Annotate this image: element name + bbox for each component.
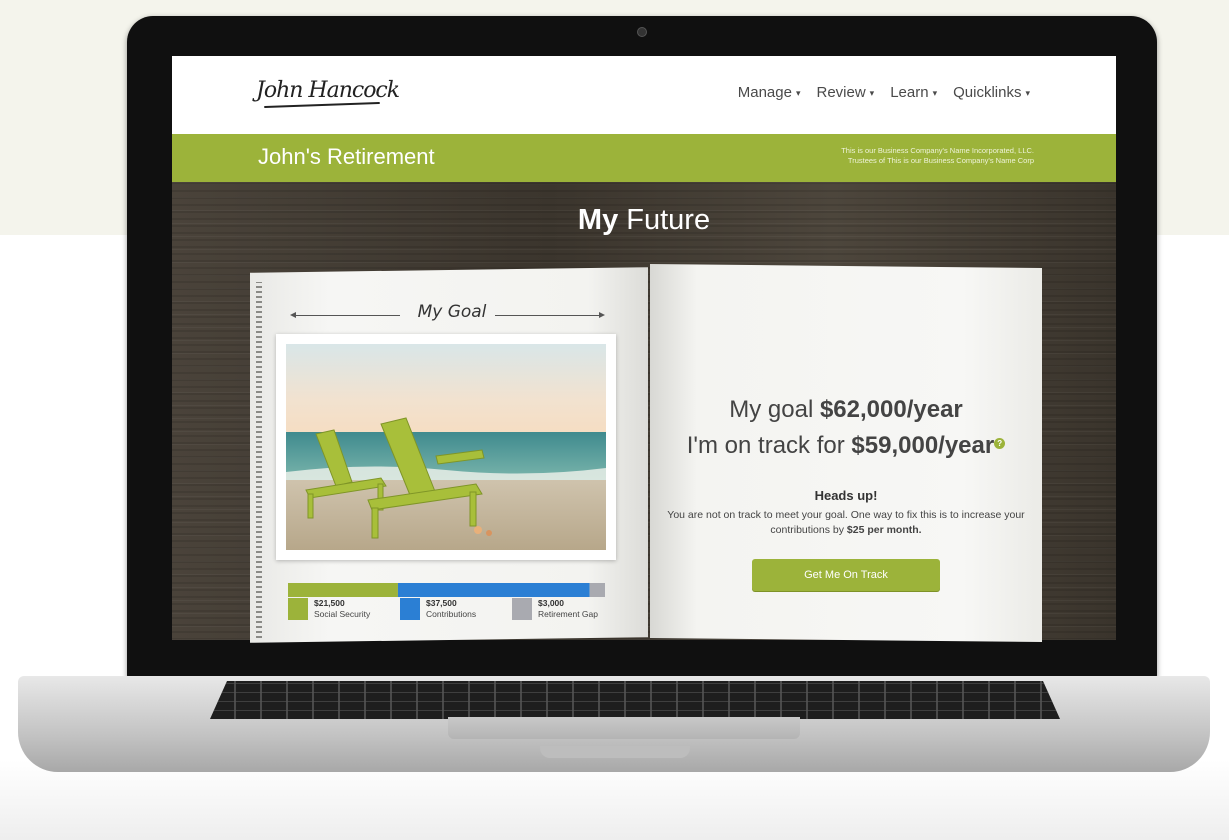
site-header: John Hancock Manage ▾ Review ▾ Learn ▾ Quic… [172, 56, 1116, 134]
nav-quicklinks[interactable]: Quicklinks ▾ [953, 84, 1030, 101]
nav-review-label: Review [816, 84, 866, 101]
laptop-lip [540, 746, 690, 758]
main-nav: Manage ▾ Review ▾ Learn ▾ Quicklinks ▾ [738, 84, 1030, 101]
nav-manage-label: Manage [737, 84, 792, 101]
label-social-security: Social Security [314, 609, 371, 619]
nav-manage[interactable]: Manage ▾ [738, 84, 801, 101]
heads-up-title: Heads up! [814, 488, 878, 503]
track-value: $59,000/year [851, 432, 995, 459]
legend-social-security: $21,500 Social Security [288, 598, 370, 620]
nav-quicklinks-label: Quicklinks [953, 84, 1022, 101]
laptop-trackpad [448, 717, 800, 739]
label-contributions: Contributions [426, 609, 477, 619]
chevron-down-icon: ▾ [1025, 87, 1030, 98]
legend-text-social-security: $21,500 Social Security [314, 598, 370, 620]
goal-prefix: My goal [729, 396, 814, 423]
bar-segment-contributions [397, 583, 590, 597]
value-social-security: $21,500 [314, 598, 345, 608]
nav-learn-label: Learn [890, 84, 929, 101]
bar-segment-social-security [288, 583, 398, 597]
camera-icon [637, 27, 647, 37]
company-line-1: This is our Business Company's Name Inco… [841, 146, 1034, 155]
retirement-bar [288, 583, 605, 597]
page-title-rest: Future [626, 204, 711, 236]
get-me-on-track-button[interactable]: Get Me On Track [752, 559, 940, 591]
company-line-2: Trustees of This is our Business Company… [847, 156, 1034, 165]
legend-text-contributions: $37,500 Contributions [426, 598, 476, 620]
heads-up-amount: $25 per month. [846, 524, 922, 536]
swatch-retirement-gap [512, 598, 532, 620]
goal-arrow-right [495, 312, 605, 318]
chevron-down-icon: ▾ [795, 87, 801, 98]
beach-photo-art [286, 344, 606, 550]
company-info: This is our Business Company's Name Inco… [841, 146, 1034, 166]
legend-retirement-gap: $3,000 Retirement Gap [512, 598, 598, 620]
keyboard-rows [210, 681, 1060, 719]
chevron-down-icon: ▾ [932, 87, 938, 98]
track-prefix: I'm on track for [686, 432, 845, 459]
value-retirement-gap: $3,000 [538, 598, 564, 608]
nav-review[interactable]: Review ▾ [816, 84, 874, 101]
chevron-down-icon: ▾ [869, 87, 875, 98]
swatch-social-security [288, 598, 308, 620]
nav-learn[interactable]: Learn ▾ [890, 84, 937, 101]
goal-value: $62,000/year [819, 396, 963, 423]
background-bottom [0, 760, 1229, 840]
goal-summary: My goal $62,000/year [650, 396, 1042, 424]
heads-up-message: You are not on track to meet your goal. … [666, 508, 1026, 538]
goal-photo-frame [276, 334, 616, 560]
label-retirement-gap: Retirement Gap [538, 609, 598, 619]
help-icon[interactable]: ? [994, 438, 1006, 449]
account-title: John's Retirement [258, 144, 435, 169]
goal-label: My Goal [417, 302, 487, 322]
page-title-bold: My [577, 204, 619, 236]
value-contributions: $37,500 [426, 598, 457, 608]
book-spiral [256, 282, 262, 638]
legend-text-retirement-gap: $3,000 Retirement Gap [538, 598, 598, 620]
beach-chairs-photo [286, 344, 606, 550]
account-bar: John's Retirement This is our Business C… [172, 134, 1116, 182]
swatch-contributions [400, 598, 420, 620]
page-title: My Future [172, 204, 1116, 237]
legend-contributions: $37,500 Contributions [400, 598, 476, 620]
bar-segment-retirement-gap [589, 583, 605, 597]
track-summary: I'm on track for $59,000/year? [650, 432, 1042, 460]
john-hancock-logo[interactable]: John Hancock [256, 78, 400, 103]
